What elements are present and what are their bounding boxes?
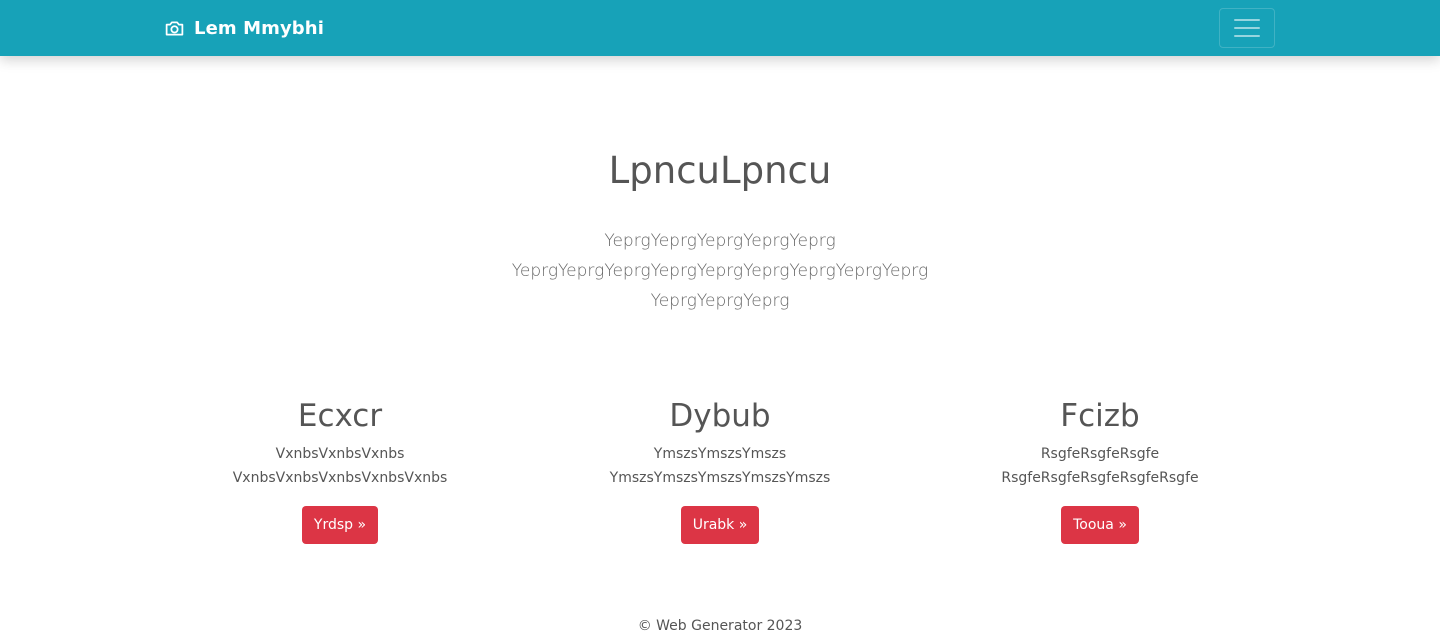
hero-text-line: YeprgYeprgYeprgYeprgYeprgYeprgYeprgYeprg… bbox=[511, 261, 929, 281]
navbar-toggler-button[interactable] bbox=[1219, 8, 1275, 48]
feature-text-line: VxnbsVxnbsVxnbsVxnbsVxnbs bbox=[232, 470, 448, 486]
brand-link[interactable]: Lem Mmybhi bbox=[164, 0, 324, 56]
feature-text-line: VxnbsVxnbsVxnbs bbox=[275, 446, 405, 462]
feature-button-1[interactable]: Yrdsp » bbox=[301, 506, 379, 544]
feature-text: YmszsYmszsYmszs YmszsYmszsYmszsYmszsYmsz… bbox=[530, 442, 910, 490]
feature-button-3[interactable]: Tooua » bbox=[1061, 506, 1139, 544]
hero-text-line: YeprgYeprgYeprgYeprgYeprg bbox=[604, 231, 836, 251]
feature-title: Fcizb bbox=[1060, 398, 1140, 434]
feature-text: RsgfeRsgfeRsgfe RsgfeRsgfeRsgfeRsgfeRsgf… bbox=[910, 442, 1290, 490]
hero-title: LpncuLpncu bbox=[608, 149, 832, 192]
feature-text-line: YmszsYmszsYmszsYmszsYmszs bbox=[609, 470, 831, 486]
hero-text-line: YeprgYeprgYeprg bbox=[650, 291, 790, 311]
hamburger-menu-icon bbox=[1234, 19, 1260, 37]
feature-text-line: RsgfeRsgfeRsgfeRsgfeRsgfe bbox=[1001, 470, 1199, 486]
footer: © Web Generator 2023 bbox=[0, 616, 1440, 636]
feature-button-2[interactable]: Urabk » bbox=[680, 506, 760, 544]
brand-name: Lem Mmybhi bbox=[194, 17, 324, 39]
hero-section: LpncuLpncu YeprgYeprgYeprgYeprgYeprg Yep… bbox=[0, 146, 1440, 316]
feature-column-3: Fcizb RsgfeRsgfeRsgfe RsgfeRsgfeRsgfeRsg… bbox=[910, 396, 1290, 544]
navbar: Lem Mmybhi bbox=[0, 0, 1440, 56]
camera-icon bbox=[165, 21, 184, 35]
feature-title: Dybub bbox=[669, 398, 771, 434]
hero-lead-text: YeprgYeprgYeprgYeprgYeprg YeprgYeprgYepr… bbox=[500, 226, 940, 316]
feature-text-line: YmszsYmszsYmszs bbox=[653, 446, 787, 462]
feature-text: VxnbsVxnbsVxnbs VxnbsVxnbsVxnbsVxnbsVxnb… bbox=[150, 442, 530, 490]
features-row: Ecxcr VxnbsVxnbsVxnbs VxnbsVxnbsVxnbsVxn… bbox=[150, 396, 1290, 544]
feature-title: Ecxcr bbox=[297, 398, 383, 434]
feature-column-2: Dybub YmszsYmszsYmszs YmszsYmszsYmszsYms… bbox=[530, 396, 910, 544]
feature-column-1: Ecxcr VxnbsVxnbsVxnbs VxnbsVxnbsVxnbsVxn… bbox=[150, 396, 530, 544]
footer-copyright: © Web Generator 2023 bbox=[637, 618, 803, 634]
feature-text-line: RsgfeRsgfeRsgfe bbox=[1040, 446, 1160, 462]
